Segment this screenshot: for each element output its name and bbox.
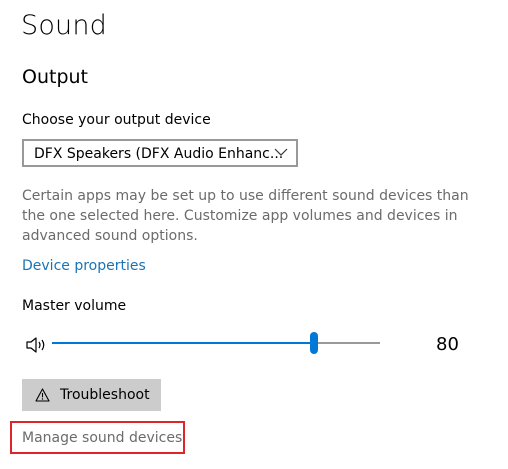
- output-device-label: Choose your output device: [22, 112, 211, 128]
- warning-icon: [35, 388, 50, 402]
- master-volume-slider[interactable]: [52, 331, 380, 355]
- master-volume-label: Master volume: [22, 298, 127, 314]
- slider-thumb[interactable]: [310, 332, 318, 354]
- troubleshoot-label: Troubleshoot: [60, 387, 150, 403]
- manage-sound-devices-link[interactable]: Manage sound devices: [10, 421, 185, 454]
- page-title: Sound: [21, 10, 108, 41]
- sound-settings-page: Sound Output Choose your output device D…: [0, 0, 508, 469]
- manage-sound-devices-label: Manage sound devices: [22, 430, 183, 446]
- troubleshoot-button[interactable]: Troubleshoot: [22, 379, 161, 411]
- speaker-icon[interactable]: [25, 335, 49, 355]
- output-section-title: Output: [22, 66, 88, 88]
- output-device-selected-value: DFX Speakers (DFX Audio Enhanc...: [34, 146, 284, 162]
- output-description: Certain apps may be set up to use differ…: [22, 188, 469, 244]
- slider-fill: [52, 342, 314, 344]
- device-properties-link[interactable]: Device properties: [22, 258, 146, 274]
- output-device-dropdown[interactable]: DFX Speakers (DFX Audio Enhanc...: [22, 139, 298, 167]
- chevron-down-icon: [274, 148, 288, 156]
- master-volume-value: 80: [436, 334, 459, 355]
